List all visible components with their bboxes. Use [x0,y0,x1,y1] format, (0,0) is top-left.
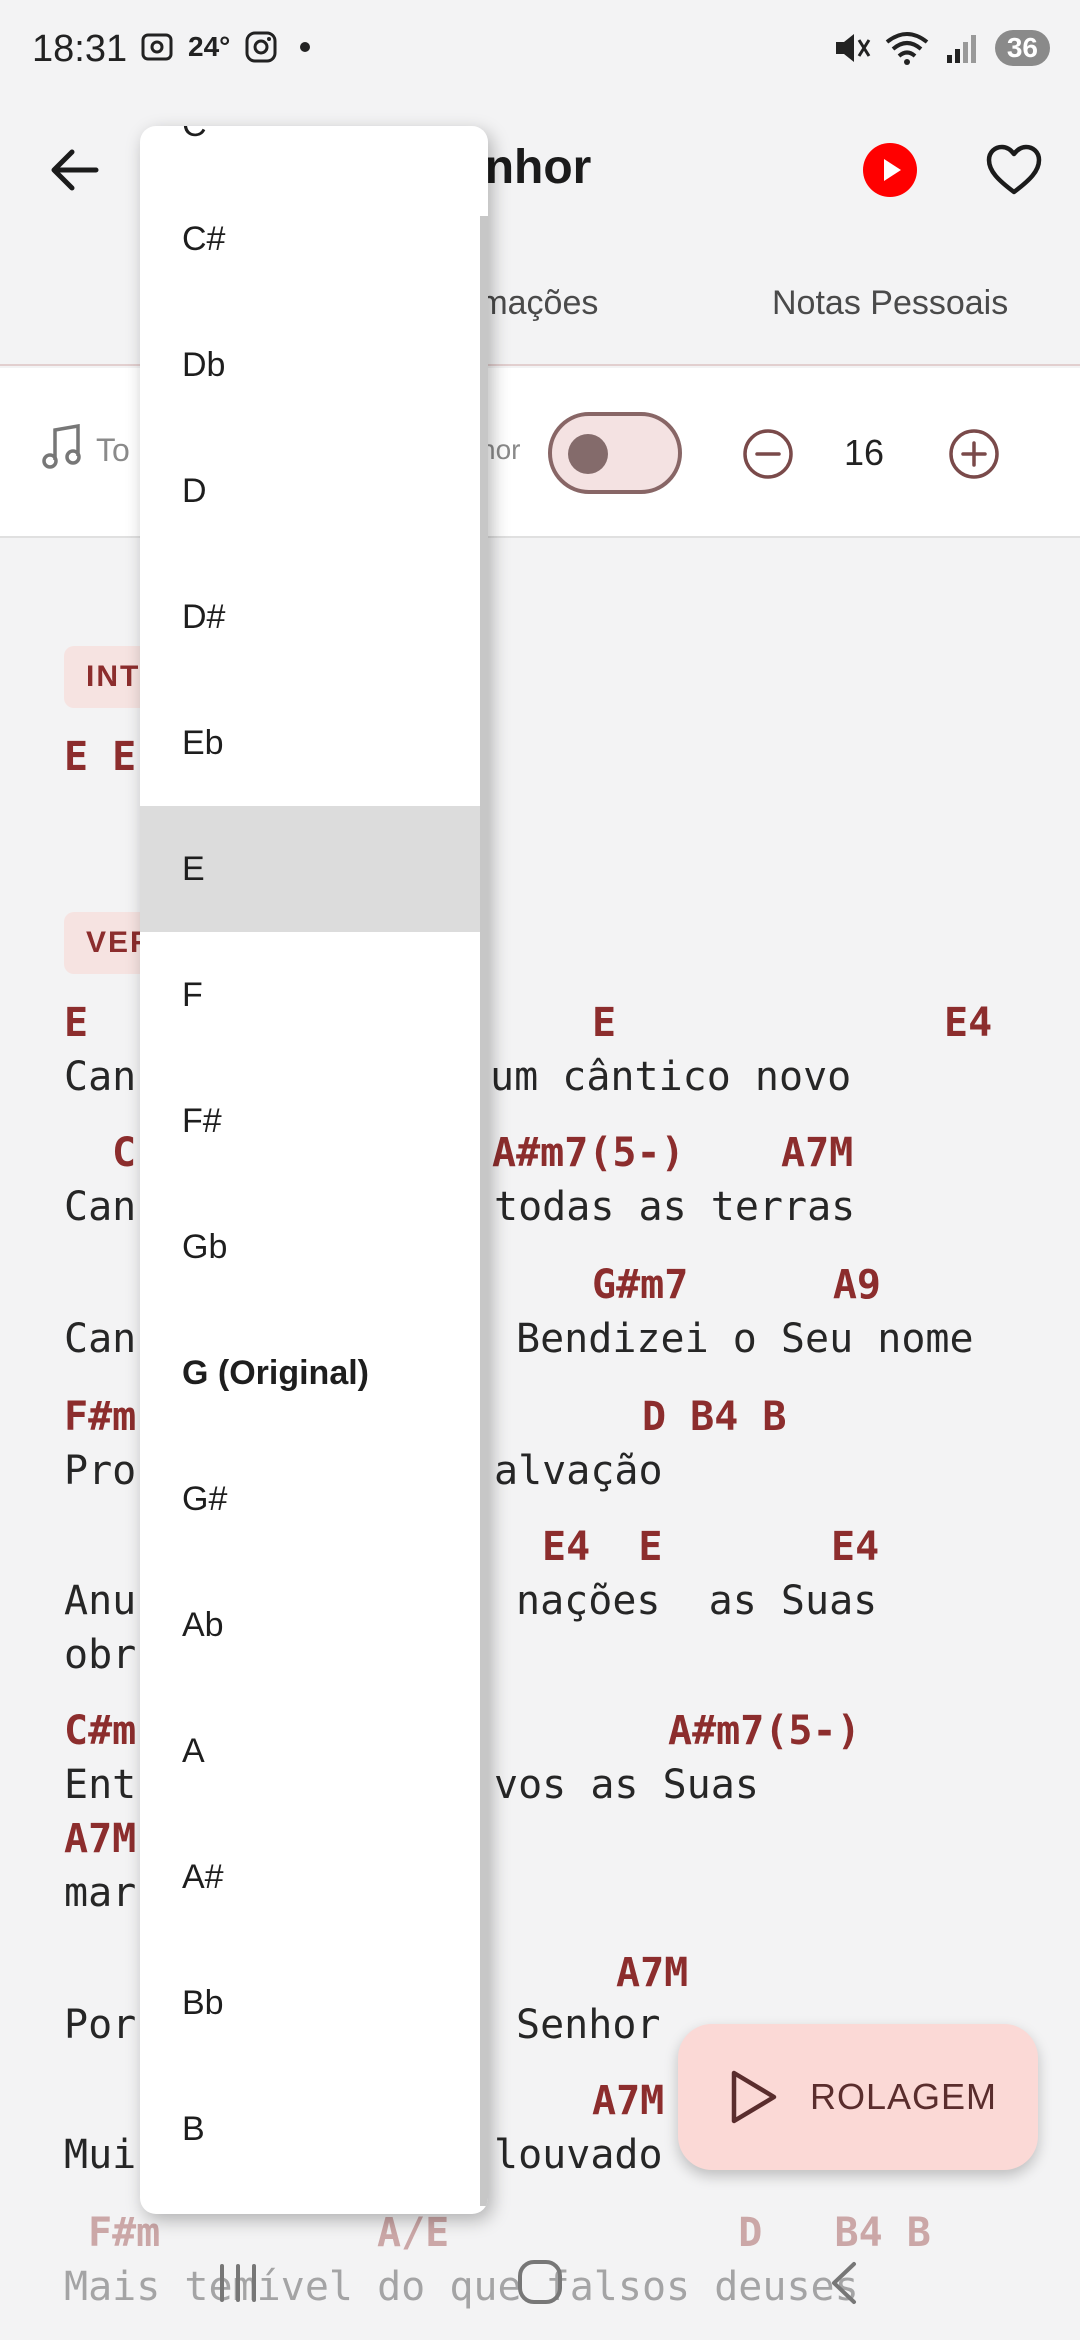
key-option[interactable]: Gb [140,1184,480,1310]
status-time: 18:31 [32,28,128,70]
increase-font-button[interactable] [948,428,1000,480]
youtube-icon[interactable] [862,142,918,198]
lyric-line: Bendizei o Seu nome [516,1316,974,1362]
wifi-icon [885,32,929,65]
toggle-knob [568,434,608,474]
system-nav-bar [0,2208,1080,2340]
chord-line: E4 E E4 [542,1524,880,1570]
lyric-line: Can [64,1184,137,1230]
lyric-line: Ent [64,1762,137,1808]
status-bar: 18:31 24° 36 [0,0,1080,100]
key-option[interactable]: F [140,932,480,1058]
lyric-line: obr [64,1632,137,1678]
battery-indicator: 36 [994,30,1050,66]
screenshot-icon [141,33,173,61]
key-option[interactable]: Ab [140,1562,480,1688]
dropdown-option-partial[interactable]: C [182,126,207,145]
chord-line: A7M [592,2078,665,2124]
chord-line: E [64,1000,89,1046]
autoscroll-label: ROLAGEM [810,2076,998,2117]
signal-icon [946,35,976,63]
temperature: 24° [188,31,231,62]
minor-toggle[interactable] [548,412,682,494]
key-option[interactable]: C# [140,176,480,302]
tab-notas-pessoais[interactable]: Notas Pessoais [772,284,1008,323]
key-option[interactable]: Eb [140,680,480,806]
lyric-line: vos as Suas [494,1762,759,1808]
lyric-line: Pro [64,1448,137,1494]
lyric-line: Can [64,1054,137,1100]
lyric-line: louvado [494,2132,663,2178]
key-dropdown-menu[interactable]: C C# Db D D# Eb E F F# Gb G (Original) G… [140,126,488,2214]
chord-line: C [112,1130,137,1176]
chord-line: A#m7(5-) A7M [492,1130,854,1176]
lyric-line: Mui [64,2132,137,2178]
chord-line: F#m [64,1394,137,1440]
chord-line: G#m7 A9 [592,1262,881,1308]
lyric-line: Can [64,1316,137,1362]
chord-line: A7M [64,1816,137,1862]
key-option[interactable]: F# [140,1058,480,1184]
key-option[interactable]: Bb [140,1940,480,2066]
lyric-line: todas as terras [494,1184,856,1230]
font-size-value: 16 [844,432,885,473]
chord-line: C#m [64,1708,137,1754]
instagram-icon [245,31,277,63]
key-option[interactable]: G# [140,1436,480,1562]
chord-line: A#m7(5-) [668,1708,861,1754]
notification-dot-icon [300,42,311,52]
chord-line: D B4 B [642,1394,787,1440]
home-icon[interactable] [516,2258,564,2306]
key-option-original[interactable]: G (Original) [140,1310,480,1436]
play-outline-icon [731,2070,777,2124]
chord-line: A7M [616,1950,689,1996]
lyric-line: Senhor [516,2002,661,2048]
lyric-line: um cântico novo [490,1054,852,1100]
decrease-font-button[interactable] [742,428,794,480]
chord-line: E [592,1000,617,1046]
heart-icon[interactable] [986,144,1042,196]
key-option[interactable]: D [140,428,480,554]
back-arrow-icon[interactable] [46,142,102,198]
autoscroll-button[interactable]: ROLAGEM [678,2024,1038,2170]
lyric-line: Por [64,2002,137,2048]
dropdown-scrollbar[interactable] [480,216,488,2206]
key-option-selected[interactable]: E [140,806,480,932]
key-option[interactable]: D# [140,554,480,680]
mute-icon [835,34,871,62]
recent-apps-icon[interactable] [216,2262,260,2304]
back-icon[interactable] [828,2260,858,2306]
music-note-icon [42,424,81,469]
lyric-line: mar [64,1870,137,1916]
key-option[interactable]: Db [140,302,480,428]
key-option[interactable]: A# [140,1814,480,1940]
lyric-line: alvação [494,1448,663,1494]
tone-selector[interactable]: To [96,432,130,469]
lyric-line: Anu [64,1578,137,1624]
chord-line: E4 [944,1000,993,1046]
key-option[interactable]: A [140,1688,480,1814]
key-option[interactable]: B [140,2066,480,2192]
chord-line: E E [64,734,137,780]
lyric-line: nações as Suas [516,1578,878,1624]
